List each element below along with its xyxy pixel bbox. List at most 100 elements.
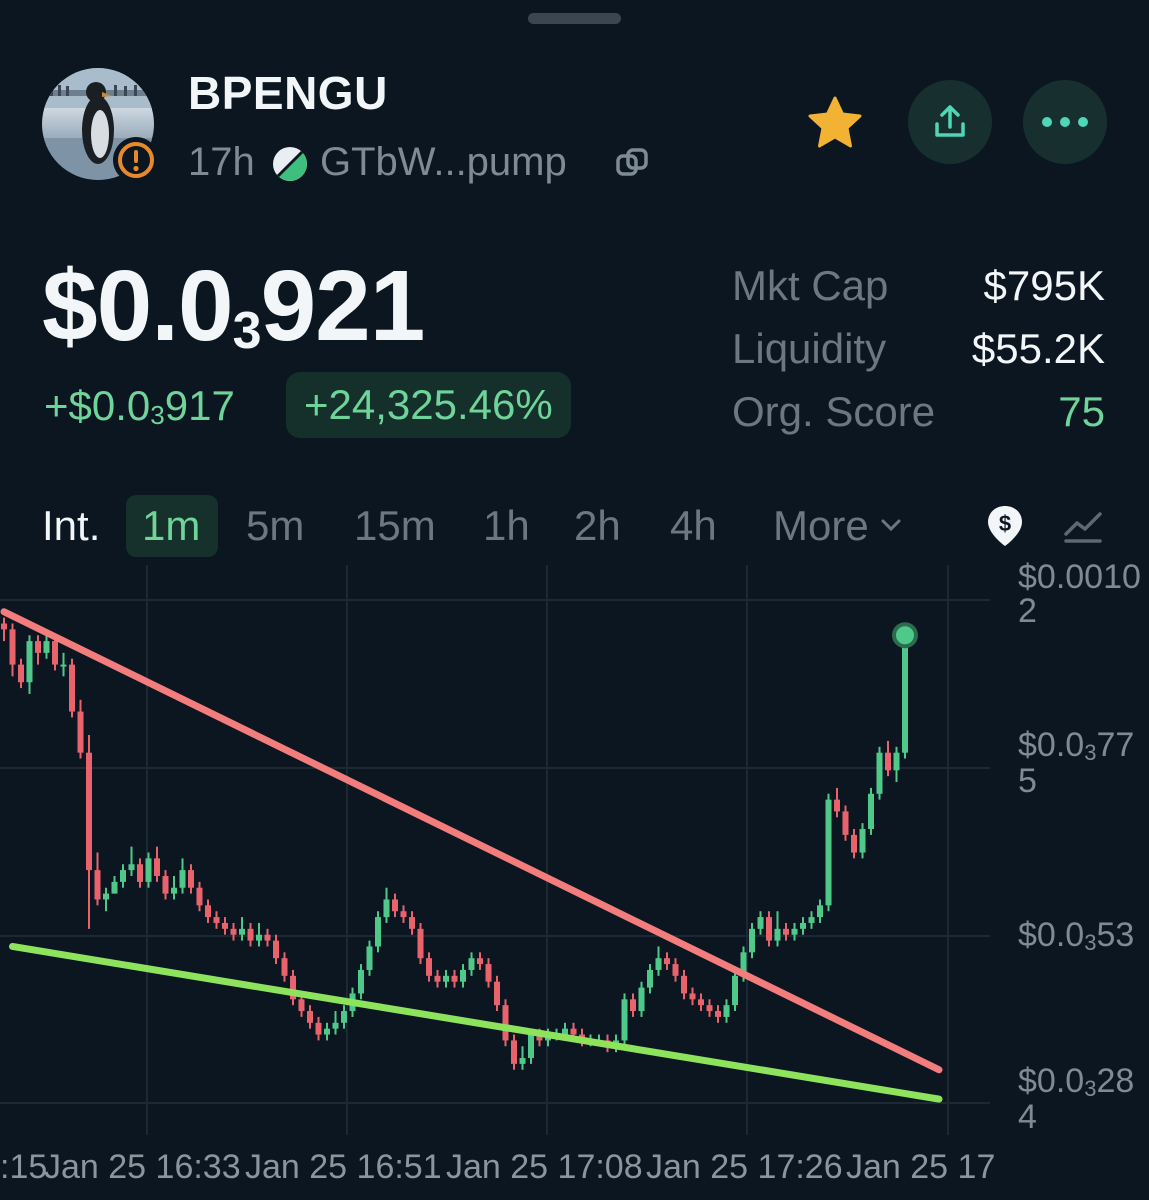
candle-body-105	[893, 752, 900, 771]
token-age: 17h	[188, 140, 255, 184]
candle-body-21	[179, 870, 186, 888]
candle-body-49	[417, 928, 424, 959]
candle-body-9	[77, 711, 84, 753]
x-tick-2: Jan 25 16:51	[245, 1148, 442, 1186]
candle-body-89	[757, 917, 764, 929]
candle-body-74	[630, 999, 636, 1012]
tab-more-label: More	[773, 502, 869, 549]
x-tick-3: Jan 25 17:08	[446, 1148, 643, 1186]
candle-body-28	[239, 928, 245, 935]
x-tick-5: Jan 25 17	[846, 1148, 996, 1186]
chevron-down-icon	[881, 519, 901, 532]
candle-body-27	[230, 928, 237, 935]
candle-body-62	[528, 1034, 534, 1059]
candle-body-104	[885, 752, 891, 771]
candle-body-51	[434, 975, 441, 982]
candle-body-39	[332, 1022, 339, 1029]
tab-more[interactable]: More	[773, 502, 902, 550]
candle-body-37	[315, 1022, 322, 1035]
candle-body-79	[672, 964, 679, 976]
y-tick-0: $0.0010 2	[1018, 558, 1141, 630]
candle-body-98	[834, 799, 840, 812]
candle-body-32	[273, 940, 279, 959]
warning-icon	[118, 142, 154, 178]
candle-body-13	[111, 881, 118, 894]
tab-4h[interactable]: 4h	[670, 502, 717, 550]
x-tick-0: :15	[0, 1148, 48, 1186]
candle-body-80	[681, 975, 687, 994]
candle-body-95	[808, 917, 815, 923]
x-tick-4: Jan 25 17:26	[646, 1148, 843, 1186]
candle-body-20	[171, 887, 177, 894]
candle-body-103	[876, 752, 883, 794]
token-name: BPENGU	[188, 67, 388, 119]
dollar-shield-icon: $	[988, 506, 1022, 546]
candle-body-50	[426, 958, 432, 976]
tab-5m[interactable]: 5m	[246, 502, 304, 550]
more-options-button[interactable]	[1023, 80, 1107, 164]
y-tick-1: $0.0377 5	[1018, 726, 1135, 800]
candle-body-92	[783, 928, 789, 935]
tab-2h[interactable]: 2h	[574, 502, 621, 550]
favorite-star-button[interactable]	[806, 95, 864, 156]
candle-body-82	[698, 999, 704, 1006]
tab-15m[interactable]: 15m	[354, 502, 436, 550]
price-chart[interactable]	[0, 565, 1149, 1145]
tab-1m[interactable]: 1m	[142, 502, 200, 550]
price-mode-button[interactable]: $	[986, 504, 1024, 553]
candle-body-38	[324, 1028, 330, 1035]
price-change: +$0.03917	[44, 382, 235, 430]
pill-icon	[270, 144, 310, 189]
candle-body-56	[477, 958, 483, 965]
candle-body-7	[60, 664, 67, 667]
resistance-trendline	[0, 608, 943, 1074]
trendlines	[0, 608, 943, 1103]
share-icon	[935, 105, 965, 137]
candle-body-101	[859, 829, 866, 853]
candle-body-99	[842, 811, 849, 835]
candle-body-10	[86, 752, 92, 871]
candle-body-17	[145, 858, 152, 882]
candle-body-26	[222, 922, 228, 929]
last-price-marker	[892, 622, 918, 649]
candle-body-83	[706, 1005, 713, 1012]
candle-body-24	[205, 905, 211, 918]
drag-handle[interactable]	[528, 13, 621, 24]
x-tick-1: Jan 25 16:33	[44, 1148, 241, 1186]
candle-body-81	[689, 993, 696, 1000]
liquidity-label: Liquidity	[732, 325, 887, 372]
candle-body-47	[400, 911, 407, 918]
current-price: $0.03921	[42, 250, 425, 362]
candle-body-45	[383, 899, 390, 918]
candle-body-76	[647, 969, 653, 988]
token-address[interactable]: GTbW...pump	[320, 140, 567, 185]
chart-style-button[interactable]	[1062, 508, 1104, 549]
candle-body-93	[791, 928, 798, 935]
tab-1h[interactable]: 1h	[483, 502, 530, 550]
candle-body-30	[256, 934, 262, 941]
candle-body-11	[94, 870, 101, 900]
y-tick-3: $0.0328 4	[1018, 1062, 1135, 1136]
candle-body-14	[120, 870, 126, 882]
candle-body-53	[451, 975, 458, 982]
candle-body-73	[621, 999, 628, 1041]
star-icon	[808, 96, 862, 148]
share-button[interactable]	[908, 80, 992, 164]
candle-body-58	[494, 981, 500, 1006]
candle-body-94	[800, 922, 806, 929]
candle-body-85	[723, 1005, 730, 1017]
candle-body-59	[502, 1005, 509, 1041]
candle-body-33	[281, 958, 288, 976]
candle-body-19	[162, 875, 169, 894]
candle-body-36	[307, 1011, 313, 1023]
candle-body-96	[817, 905, 823, 918]
candle-body-78	[664, 958, 670, 965]
candle-body-61	[519, 1058, 526, 1064]
candle-body-40	[341, 1011, 347, 1023]
copy-icon[interactable]	[614, 146, 652, 189]
mkt-cap-value: $795K	[983, 262, 1105, 309]
candle-body-43	[366, 946, 373, 970]
candle-body-4	[35, 641, 41, 653]
warning-badge[interactable]	[113, 137, 159, 183]
mkt-cap-label: Mkt Cap	[732, 262, 889, 309]
